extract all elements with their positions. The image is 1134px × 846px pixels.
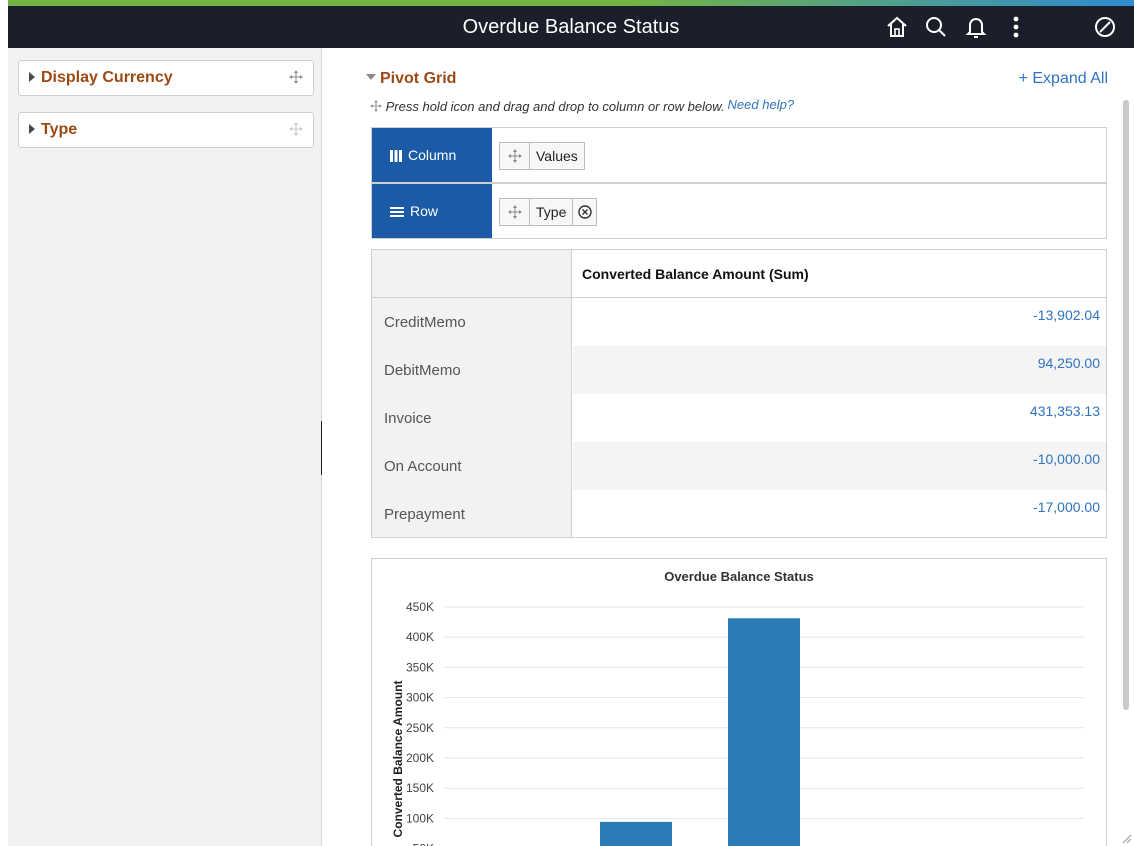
y-axis-label: Converted Balance Amount	[391, 681, 405, 838]
collapse-triangle-icon	[366, 74, 376, 80]
y-tick-label: 150K	[406, 781, 434, 795]
drag-move-icon[interactable]	[289, 70, 303, 84]
row-label: Row	[410, 203, 439, 219]
facet-label: Display Currency	[41, 69, 173, 86]
column-label: Column	[408, 147, 457, 163]
table-row: On Account -10,000.00	[372, 442, 1106, 490]
row-label: On Account	[384, 458, 462, 475]
y-tick-label: 400K	[406, 630, 434, 644]
y-tick-label: 300K	[406, 691, 434, 705]
window-edge	[0, 0, 8, 846]
drag-move-icon[interactable]	[289, 122, 303, 136]
expand-all-link[interactable]: + Expand All	[1019, 70, 1108, 88]
expand-triangle-icon	[29, 124, 35, 134]
hint-text: Press hold icon and drag and drop to col…	[385, 99, 725, 114]
navbar-icon[interactable]	[1092, 14, 1118, 40]
y-tick-label: 50K	[413, 842, 434, 846]
table-row: CreditMemo -13,902.04	[372, 298, 1106, 346]
table-row: Invoice 431,353.13	[372, 394, 1106, 442]
drag-move-icon[interactable]	[500, 143, 530, 169]
expand-triangle-icon	[29, 72, 35, 82]
type-chip[interactable]: Type	[499, 198, 598, 226]
remove-icon[interactable]	[572, 199, 596, 225]
facet-panel: Display Currency Type	[8, 48, 322, 846]
y-tick-label: 100K	[406, 811, 434, 825]
y-tick-label: 200K	[406, 751, 434, 765]
row-value-link[interactable]: 431,353.13	[1030, 403, 1100, 419]
column-header: Column	[372, 128, 492, 182]
row-label: DebitMemo	[384, 362, 461, 379]
row-value-link[interactable]: -17,000.00	[1033, 499, 1100, 515]
row-value-link[interactable]: -10,000.00	[1033, 451, 1100, 467]
facet-type[interactable]: Type	[18, 112, 314, 148]
search-icon[interactable]	[923, 14, 949, 40]
row-label: CreditMemo	[384, 314, 466, 331]
y-tick-label: 450K	[406, 600, 434, 614]
bar-invoice[interactable]	[728, 618, 800, 846]
more-icon[interactable]	[1003, 14, 1029, 40]
bell-icon[interactable]	[963, 14, 989, 40]
row-label: Prepayment	[384, 506, 465, 523]
drag-move-icon[interactable]	[500, 199, 530, 225]
need-help-link[interactable]: Need help?	[728, 97, 795, 112]
y-tick-label: 350K	[406, 660, 434, 674]
row-label: Invoice	[384, 410, 432, 427]
column-header-cell: Converted Balance Amount (Sum)	[582, 266, 809, 282]
pivot-grid-title: Pivot Grid	[380, 70, 457, 87]
table-header: Converted Balance Amount (Sum)	[372, 250, 1106, 298]
vertical-scrollbar[interactable]	[1123, 100, 1129, 710]
row-value-link[interactable]: 94,250.00	[1038, 355, 1100, 371]
columns-icon	[390, 150, 402, 163]
home-icon[interactable]	[884, 14, 910, 40]
rows-icon	[390, 207, 404, 218]
drag-hint: Press hold icon and drag and drop to col…	[370, 97, 794, 114]
y-tick-label: 250K	[406, 721, 434, 735]
chip-label: Type	[536, 204, 567, 220]
row-header: Row	[372, 184, 492, 238]
main-content: Pivot Grid + Expand All Press hold icon …	[322, 48, 1134, 846]
facet-label: Type	[41, 121, 78, 138]
row-drop-zone[interactable]: Row Type	[371, 183, 1107, 239]
table-row: Prepayment -17,000.00	[372, 490, 1106, 538]
bar-chart: 50K 100K 150K 200K 250K 300K 350K 400K 450K Conv…	[391, 600, 1084, 846]
bar-debitmemo[interactable]	[600, 821, 672, 846]
values-chip[interactable]: Values	[499, 142, 585, 170]
row-value-link[interactable]: -13,902.04	[1033, 307, 1100, 323]
resize-grip-icon[interactable]	[1120, 832, 1132, 844]
pivot-grid-table: Converted Balance Amount (Sum) CreditMem…	[371, 249, 1107, 538]
app-header: Overdue Balance Status	[8, 6, 1134, 48]
drag-move-icon	[370, 100, 382, 112]
chart-container: Overdue Balance Status 50K100K150K200K25…	[371, 558, 1107, 846]
table-row: DebitMemo 94,250.00	[372, 346, 1106, 394]
facet-display-currency[interactable]: Display Currency	[18, 60, 314, 96]
column-drop-zone[interactable]: Column Values	[371, 127, 1107, 183]
pivot-grid-toggle[interactable]: Pivot Grid	[366, 70, 456, 88]
chip-label: Values	[536, 148, 578, 164]
